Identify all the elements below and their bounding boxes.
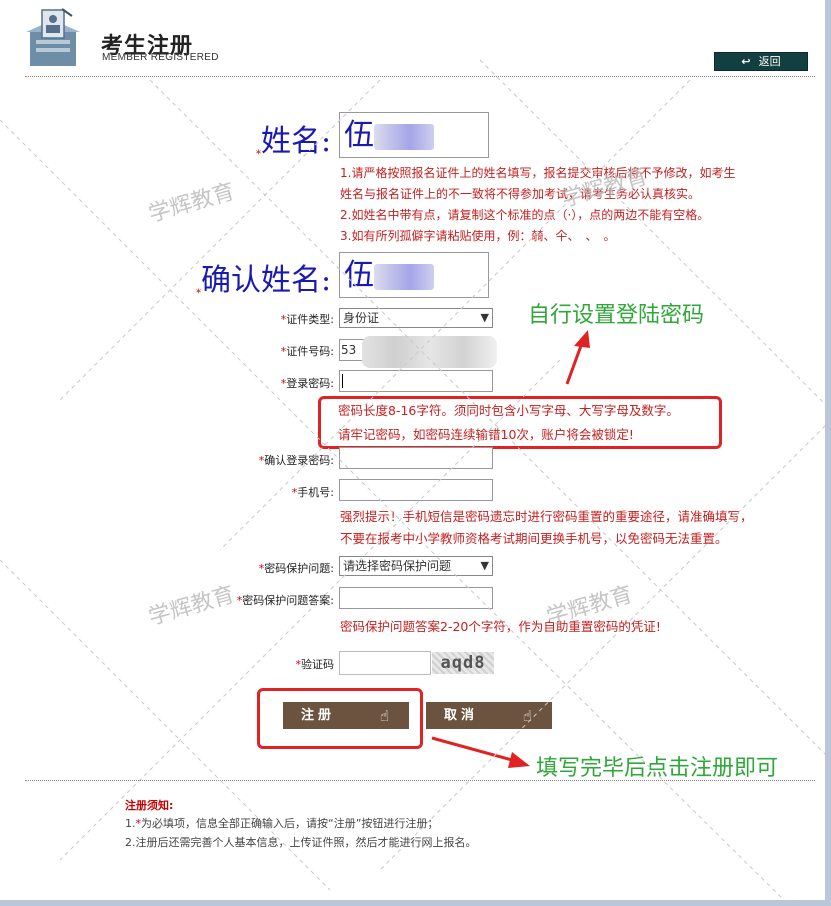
bottom-divider — [25, 780, 815, 781]
notice-line-1-prefix: 1. — [125, 817, 136, 830]
arrow-head-icon — [574, 330, 590, 348]
arrow-to-password-annotation — [565, 342, 584, 385]
notice-line-1: 1.*为必填项，信息全部正确输入后，请按“注册”按钮进行注册； — [125, 815, 438, 831]
notice-title: 注册须知: — [125, 799, 174, 812]
notice-line-1-text: 为必填项，信息全部正确输入后，请按“注册”按钮进行注册； — [141, 817, 439, 830]
arrow-head-icon — [508, 752, 530, 768]
arrow-to-register-annotation — [431, 736, 513, 762]
annotation-arrows — [0, 59, 831, 906]
notice-line-2: 2.注册后还需完善个人基本信息，上传证件照，然后才能进行网上报名。 — [125, 836, 477, 849]
